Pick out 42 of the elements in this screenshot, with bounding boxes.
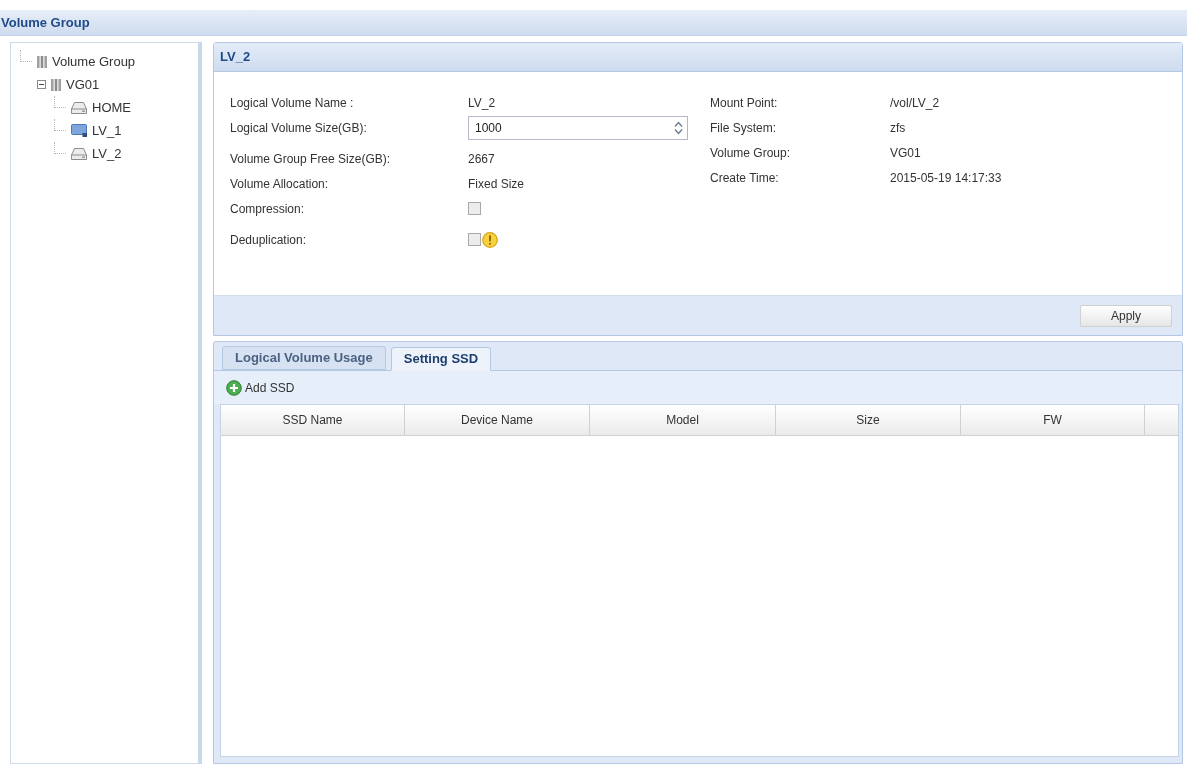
field-value: LV_2 [468, 94, 496, 112]
field-label: Volume Allocation: [230, 175, 330, 193]
monitor-icon [71, 124, 87, 137]
checkbox[interactable] [468, 233, 481, 246]
add-ssd-button[interactable]: Add SSD [226, 378, 295, 397]
tab[interactable]: Logical Volume Usage [222, 346, 386, 370]
checkbox[interactable] [468, 202, 481, 215]
field-label: Compression: [230, 200, 306, 218]
field-value: Fixed Size [468, 175, 525, 193]
page-title: Volume Group [0, 13, 90, 32]
column-header[interactable]: Device Name [405, 405, 590, 435]
field-value: /vol/LV_2 [890, 94, 940, 112]
field-value: 2015-05-19 14:17:33 [890, 169, 1002, 187]
tree-item[interactable]: HOME [92, 101, 131, 114]
field-label: Volume Group: [710, 144, 792, 162]
tree-item[interactable]: VG01 [66, 78, 100, 91]
add-icon [226, 379, 242, 396]
tab[interactable]: Setting SSD [390, 347, 492, 371]
server-rack-icon [37, 55, 47, 68]
tree-item[interactable]: Volume Group [52, 55, 136, 68]
panel-title: LV_2 [220, 48, 251, 67]
field-value: 2667 [468, 150, 495, 168]
field-label: Logical Volume Size(GB): [230, 119, 368, 137]
column-header[interactable]: Model [590, 405, 776, 435]
column-header[interactable]: SSD Name [221, 405, 405, 435]
field-label: Deduplication: [230, 231, 308, 249]
field-value: zfs [890, 119, 906, 137]
apply-button[interactable]: Apply [1080, 304, 1172, 327]
column-header[interactable]: Size [776, 405, 961, 435]
field-label: Create Time: [710, 169, 780, 187]
field-value: VG01 [890, 144, 921, 162]
server-rack-icon [51, 78, 61, 91]
field-label: Mount Point: [710, 94, 779, 112]
collapse-icon[interactable] [37, 80, 46, 89]
hard-drive-icon [71, 147, 87, 160]
tree-item[interactable]: LV_1 [92, 124, 122, 137]
column-header[interactable]: FW [961, 405, 1145, 435]
field-label: File System: [710, 119, 777, 137]
field-label: Volume Group Free Size(GB): [230, 150, 392, 168]
hard-drive-icon [71, 101, 87, 114]
field-label: Logical Volume Name : [230, 94, 355, 112]
tree-item[interactable]: LV_2 [92, 147, 122, 160]
